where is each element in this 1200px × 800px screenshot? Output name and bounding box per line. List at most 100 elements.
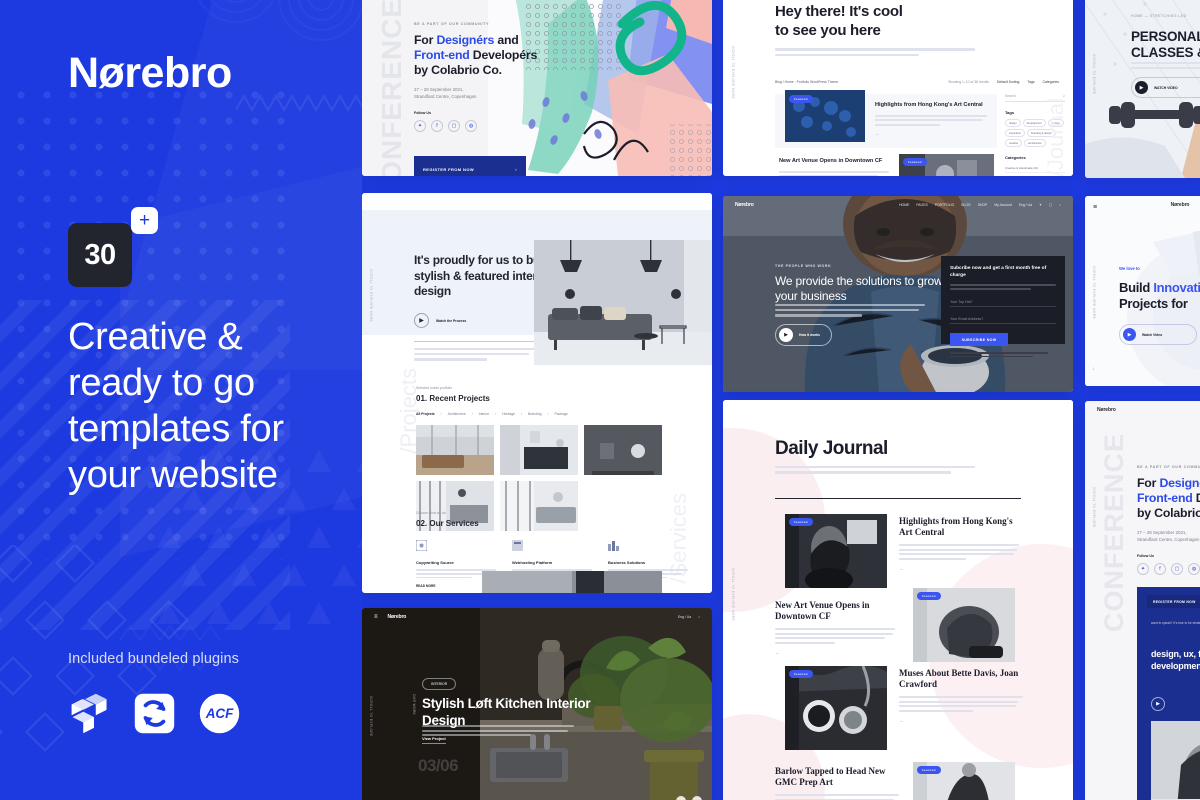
template-card-conference-2[interactable]: Nørebro CONFERENCE SCROLL TO EXPLORE BE …: [1085, 401, 1200, 800]
conf2-h-part-5: Dev: [1193, 491, 1200, 505]
play-icon[interactable]: ▶: [1151, 697, 1165, 711]
search-icon[interactable]: ⌕: [698, 615, 700, 619]
prev-icon[interactable]: ‹: [676, 796, 686, 800]
filter-all[interactable]: All Projects: [416, 412, 435, 416]
kitchen-slide-counter: 03/06: [418, 756, 459, 775]
business-nav-home[interactable]: HOME: [899, 203, 909, 207]
fitness-watch-button[interactable]: ▶ WATCH VIDEO: [1131, 77, 1200, 98]
acf-icon: ACF: [199, 693, 240, 734]
template-card-business[interactable]: Nørebro HOME PAGES PORTFOLIO BLOG SHOP M…: [723, 196, 1073, 392]
business-form-title: Subcribe now and get a first month free …: [950, 266, 1047, 278]
template-card-kitchen[interactable]: ≡ Nørebro Eng / Ua ⌕ SCROLL TO EXPLORE O…: [362, 608, 712, 800]
conf-h-part-1: For: [414, 33, 437, 47]
svg-text:ACF: ACF: [205, 706, 234, 721]
promo-banner: Nørebro 30 + Creative & ready to go temp…: [0, 0, 1200, 800]
daily-article-2-title: New Art Venue Opens in Downtown CF: [775, 600, 870, 621]
facebook-icon[interactable]: f: [431, 120, 443, 132]
filter-package[interactable]: Package: [554, 412, 567, 416]
template-card-blog[interactable]: SCROLL TO EXPLORE MORE Hey there! It's c…: [723, 0, 1073, 176]
studio-projects-kicker: Selected works portfolio: [416, 386, 452, 390]
business-email-field[interactable]: Your Email Address?: [950, 313, 1056, 325]
daily-side-meta: SCROLL TO EXPLORE MORE: [731, 568, 735, 622]
business-subscribe-form[interactable]: Subcribe now and get a first month free …: [941, 256, 1065, 358]
blog-categories-filter[interactable]: Categories: [1043, 80, 1059, 84]
daily-article-4[interactable]: Barlow Tapped to Head New GMC Prep Art F…: [775, 762, 1033, 800]
blog-search-input[interactable]: Search: [1005, 94, 1016, 98]
twitter-icon[interactable]: ✦: [1137, 563, 1149, 575]
business-nav-shop[interactable]: SHOP: [978, 203, 988, 207]
next-icon[interactable]: ›: [692, 796, 702, 800]
arrow-right-icon[interactable]: →: [899, 718, 1023, 723]
business-nav-pages[interactable]: PAGES: [916, 203, 927, 207]
blog-post-2-tag: Featured: [903, 158, 927, 166]
blog-tags-filter[interactable]: Tags: [1027, 80, 1034, 84]
play-icon: ▶: [1123, 328, 1136, 341]
instagram-icon[interactable]: ▢: [1171, 563, 1183, 575]
blog-sort-select[interactable]: Default Sorting: [997, 80, 1019, 84]
template-card-conference[interactable]: CONFERENCE BE A PART OF OUR COMMUNITY Fo…: [362, 0, 712, 176]
conference-2-register-button[interactable]: REGISTER FROM NOW ›: [1147, 595, 1200, 608]
conference-copy: BE A PART OF OUR COMMUNITY For Designérs…: [414, 22, 574, 132]
brand-logo: Nørebro: [68, 49, 232, 97]
conference-2-side-meta: SCROLL TO EXPLORE: [1092, 487, 1096, 528]
business-subscribe-button[interactable]: SUBSCRIBE NOW: [950, 333, 1008, 347]
arrow-right-icon[interactable]: →: [899, 566, 1019, 571]
background-diamond-pattern: [0, 545, 189, 752]
business-nav-blog[interactable]: BLOG: [961, 203, 970, 207]
project-thumb[interactable]: [416, 425, 494, 475]
template-card-studio[interactable]: Nørebro Studio HOME PAGES PORTFOLIO BLOG…: [362, 193, 712, 593]
blog-post-2[interactable]: New Art Venue Opens in Downtown CF → Fea…: [775, 154, 997, 176]
dribbble-icon[interactable]: ◍: [1188, 563, 1200, 575]
search-icon[interactable]: ⌕: [1059, 203, 1061, 207]
project-thumb[interactable]: [500, 425, 578, 475]
tag-chip[interactable]: creative: [1005, 139, 1023, 147]
business-name-field[interactable]: Your Top Hat?: [950, 296, 1056, 308]
template-count-badge: 30 +: [68, 207, 158, 287]
fitness-heading: PERSONAL FITNESS CLASSES & PROGRAMS: [1131, 29, 1200, 60]
conference-register-button[interactable]: REGISTER FROM NOW ›: [414, 156, 526, 176]
studio-project-filters[interactable]: All Projects / Architecture / Interior /…: [416, 412, 568, 416]
business-nav-lang[interactable]: Eng / Ua: [1019, 203, 1032, 207]
business-icon: [608, 541, 619, 551]
business-video-button[interactable]: ▶ How it works: [775, 324, 832, 346]
hamburger-icon[interactable]: ≡: [374, 614, 378, 620]
visual-composer-icon: [71, 693, 107, 734]
arrow-right-icon[interactable]: →: [775, 650, 895, 655]
project-thumb[interactable]: [500, 481, 578, 531]
studio-watch-button[interactable]: ▶ Watch the Process: [414, 313, 466, 328]
template-card-daily-journal[interactable]: Nørebro Home Pages Portfolio Blog Shop E…: [723, 400, 1073, 800]
hamburger-icon[interactable]: ≡: [1093, 204, 1097, 211]
business-nav-account[interactable]: My Account: [994, 203, 1012, 207]
conference-follow-label: Follow Us: [414, 111, 431, 115]
filter-interior[interactable]: Interior: [479, 412, 490, 416]
filter-heritage[interactable]: Heritage: [502, 412, 515, 416]
tag-chip[interactable]: inspiration: [1005, 129, 1025, 137]
ux-watch-button[interactable]: ▶ Watch Video: [1119, 324, 1197, 345]
template-card-ux[interactable]: Nørebro ≡ SCROLL TO EXPLORE MORE We love…: [1085, 196, 1200, 386]
conference-2-dark-panel: REGISTER FROM NOW › want to speak? It's …: [1137, 587, 1200, 800]
kitchen-nav-lang[interactable]: Eng / Ua: [678, 615, 691, 619]
tag-chip[interactable]: design: [1005, 119, 1021, 127]
twitter-icon[interactable]: ✦: [414, 120, 426, 132]
daily-article-3-title: Muses About Bette Davis, Joan Crawford: [899, 668, 1019, 689]
kitchen-view-project-link[interactable]: View Project: [422, 736, 446, 744]
conf-h-part-2: Designérs: [436, 33, 495, 47]
template-card-fitness[interactable]: Nørebro SCROLL TO EXPLORE HOME — STRETCH…: [1085, 0, 1200, 178]
dribbble-icon[interactable]: ◍: [465, 120, 477, 132]
instagram-icon[interactable]: ▢: [1049, 203, 1052, 207]
blog-post-1[interactable]: Featured Highlights from Hong Kong's Art…: [775, 90, 997, 148]
filter-architecture[interactable]: Architecture: [448, 412, 466, 416]
filter-branding[interactable]: Branding: [528, 412, 542, 416]
blog-post-1-tag: Featured: [789, 95, 813, 103]
project-thumb[interactable]: [584, 425, 662, 475]
facebook-icon[interactable]: f: [1154, 563, 1166, 575]
webhosting-icon: [512, 540, 523, 551]
kitchen-slider-controls[interactable]: ‹ ›: [676, 796, 702, 800]
kitchen-index-label: OUR WORK: [412, 694, 416, 716]
instagram-icon[interactable]: ▢: [448, 120, 460, 132]
blog-heading: Hey there! It's cool to see you here: [775, 2, 903, 40]
twitter-icon[interactable]: ✦: [1039, 203, 1042, 207]
service-title: Webhosting Platform: [512, 560, 553, 565]
business-nav-portfolio[interactable]: PORTFOLIO: [935, 203, 955, 207]
daily-article-2[interactable]: New Art Venue Opens in Downtown CF → Fea…: [775, 588, 1033, 662]
